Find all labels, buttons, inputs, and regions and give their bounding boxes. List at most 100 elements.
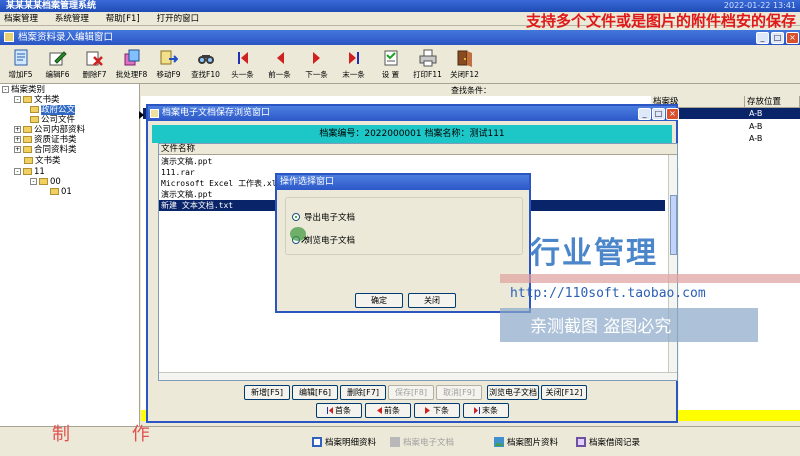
expand-icon[interactable]: +: [14, 126, 21, 133]
tree-node-selected[interactable]: 政府公文: [30, 105, 76, 115]
minimize-icon[interactable]: _: [756, 31, 769, 44]
cancel-file-button[interactable]: 取消[F9]: [436, 385, 482, 400]
menu-system[interactable]: 系统管理: [55, 14, 89, 24]
file-list-hscrollbar[interactable]: [159, 372, 677, 380]
tree-node-label: 资质证书类: [34, 135, 77, 145]
add-file-button[interactable]: 新增[F5]: [244, 385, 290, 400]
first-icon: [233, 49, 253, 67]
tree-node[interactable]: + 公司内部资料: [14, 125, 85, 135]
batch-button-label: 批处理F8: [115, 70, 148, 79]
option-group: 导出电子文档 浏览电子文档: [285, 197, 523, 255]
collapse-icon[interactable]: -: [14, 168, 21, 175]
print-button-label: 打印F11: [413, 70, 442, 79]
settings-button-label: 设 置: [381, 70, 400, 79]
watermark-notice: 亲测截图 盗图必究: [530, 317, 672, 337]
file-name-header[interactable]: 文件名称: [159, 144, 677, 155]
electronic-docs-tab[interactable]: 档案电子文档: [390, 436, 454, 448]
move-icon: [159, 49, 179, 67]
tree-root-label: 档案类别: [11, 85, 46, 95]
tree-node[interactable]: 01: [50, 187, 72, 197]
first-record-button[interactable]: 头一条: [224, 46, 261, 82]
folder-icon: [24, 157, 33, 164]
find-button[interactable]: 查找F10: [187, 46, 224, 82]
maximize-icon[interactable]: □: [652, 107, 665, 120]
menu-archive[interactable]: 档案管理: [4, 14, 38, 24]
radio-selected-icon[interactable]: [292, 213, 300, 221]
prev-file-button[interactable]: 前条: [365, 403, 411, 418]
browse-doc-button[interactable]: 浏览电子文档: [487, 385, 539, 400]
delete-file-button[interactable]: 删除[F7]: [340, 385, 386, 400]
folder-icon: [30, 106, 39, 113]
expand-icon[interactable]: +: [14, 136, 21, 143]
tree-node[interactable]: + 资质证书类: [14, 135, 77, 145]
file-dialog-title: 档案电子文档保存浏览窗口: [162, 108, 271, 118]
tree-node-label: 合同资料类: [34, 145, 77, 155]
file-list-scrollbar[interactable]: [668, 155, 677, 380]
next-icon: [307, 49, 327, 67]
tree-node[interactable]: - 11: [14, 167, 45, 177]
export-option[interactable]: 导出电子文档: [292, 211, 355, 223]
next-icon: [425, 407, 430, 414]
next-file-button[interactable]: 下条: [414, 403, 460, 418]
collapse-icon[interactable]: -: [2, 86, 9, 93]
tree-node[interactable]: - 文书类: [14, 95, 60, 105]
collapse-icon[interactable]: -: [14, 96, 21, 103]
folder-icon: [23, 168, 32, 175]
settings-button[interactable]: 设 置: [372, 46, 409, 82]
add-button[interactable]: 增加F5: [2, 46, 39, 82]
close-icon[interactable]: ×: [666, 107, 679, 120]
prev-record-button[interactable]: 前一条: [261, 46, 298, 82]
tree-root[interactable]: - 档案类别: [2, 85, 45, 95]
move-button[interactable]: 移动F9: [150, 46, 187, 82]
tree-node-label: 11: [34, 167, 45, 177]
grid-cell: A-B: [749, 134, 763, 143]
batch-button[interactable]: 批处理F8: [113, 46, 150, 82]
minimize-icon[interactable]: _: [638, 107, 651, 120]
tree-node[interactable]: 公司文件: [30, 115, 75, 125]
tree-node[interactable]: + 合同资料类: [14, 145, 77, 155]
window-icon: [4, 32, 14, 42]
save-file-button[interactable]: 保存[F8]: [388, 385, 434, 400]
tree-node[interactable]: - 00: [30, 177, 61, 187]
edit-button[interactable]: 编辑F6: [39, 46, 76, 82]
menu-open-windows[interactable]: 打开的窗口: [157, 14, 200, 24]
edit-file-button[interactable]: 编辑[F6]: [292, 385, 338, 400]
close-icon[interactable]: ×: [786, 31, 799, 44]
print-button[interactable]: 打印F11: [409, 46, 446, 82]
details-icon: [312, 437, 322, 447]
last-record-button[interactable]: 末一条: [335, 46, 372, 82]
op-close-button[interactable]: 关闭: [408, 293, 456, 308]
delete-button[interactable]: 删除F7: [76, 46, 113, 82]
maximize-icon[interactable]: □: [771, 31, 784, 44]
tree-node[interactable]: 文书类: [24, 156, 61, 166]
images-tab[interactable]: 档案图片资料: [494, 436, 558, 448]
first-file-button[interactable]: 首条: [316, 403, 362, 418]
grid-cell: A-B: [749, 109, 763, 118]
first-file-label: 首条: [335, 406, 351, 415]
file-row[interactable]: 演示文稿.ppt: [159, 156, 665, 167]
record-details-tab[interactable]: 档案明细资料: [312, 436, 376, 448]
find-label: 查找条件：: [451, 86, 491, 95]
delete-icon: [85, 49, 105, 67]
export-option-label: 导出电子文档: [304, 213, 356, 223]
browse-option-label: 浏览电子文档: [304, 236, 356, 246]
operation-dialog: 操作选择窗口 导出电子文档 浏览电子文档 ➚ 确定 关闭: [275, 173, 531, 313]
app-title: 某某某某档案管理系统: [6, 1, 97, 11]
column-header[interactable]: 存放位置: [745, 96, 800, 108]
last-file-button[interactable]: 末条: [463, 403, 509, 418]
mouse-pointer-icon: ➚: [300, 235, 309, 246]
scroll-thumb[interactable]: [670, 195, 677, 255]
ok-button[interactable]: 确定: [355, 293, 403, 308]
close-window-icon: [455, 49, 475, 67]
close-dialog-button[interactable]: 关闭[F12]: [541, 385, 587, 400]
menu-help[interactable]: 帮助[F1]: [106, 14, 140, 24]
category-tree: - 档案类别 - 文书类 政府公文 公司文件 + 公司内部资料 + 资质证书类 + 合同资…: [0, 84, 140, 426]
folder-icon: [30, 116, 39, 123]
close-window-button[interactable]: 关闭F12: [446, 46, 483, 82]
tree-node-label: 公司内部资料: [34, 125, 86, 135]
images-icon: [494, 437, 504, 447]
next-record-button[interactable]: 下一条: [298, 46, 335, 82]
borrow-records-tab[interactable]: 档案借阅记录: [576, 436, 640, 448]
collapse-icon[interactable]: -: [30, 178, 37, 185]
expand-icon[interactable]: +: [14, 146, 21, 153]
